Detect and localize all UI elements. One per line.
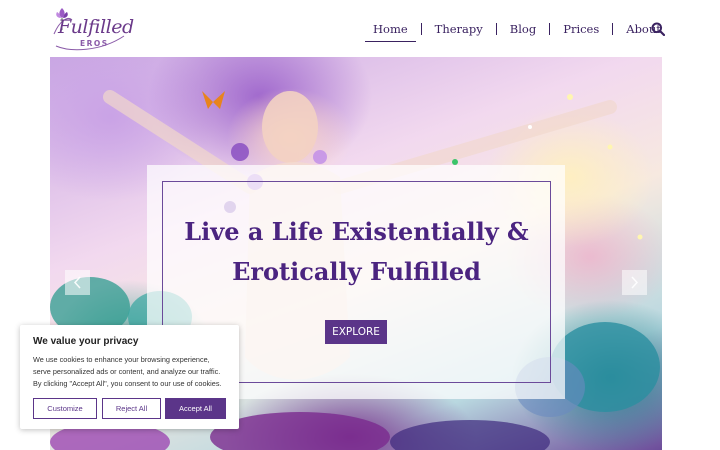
nav-item-therapy[interactable]: Therapy — [422, 22, 496, 36]
cookie-title: We value your privacy — [33, 336, 139, 347]
hero-title-line2: Erotically Fulfilled — [232, 257, 481, 286]
chevron-left-icon — [73, 276, 81, 289]
logo-script-text: Fulfilled — [58, 16, 134, 38]
slider-prev-button[interactable] — [65, 270, 90, 295]
nav-item-home[interactable]: Home — [360, 22, 421, 42]
cookie-text-line2: serve personalized ads or content, and a… — [33, 367, 221, 376]
chevron-right-icon — [631, 276, 639, 289]
cookie-consent-banner: We value your privacy We use cookies to … — [20, 325, 239, 429]
accept-all-button[interactable]: Accept All — [165, 398, 226, 419]
explore-button[interactable]: EXPLORE — [325, 320, 387, 344]
cookie-text-line1: We use cookies to enhance your browsing … — [33, 355, 210, 364]
customize-button[interactable]: Customize — [33, 398, 97, 419]
main-nav: Home Therapy Blog Prices About — [360, 20, 674, 42]
search-icon[interactable] — [651, 22, 665, 36]
nav-item-blog[interactable]: Blog — [497, 22, 549, 36]
nav-item-prices[interactable]: Prices — [550, 22, 612, 36]
reject-all-button[interactable]: Reject All — [102, 398, 161, 419]
cookie-description: We use cookies to enhance your browsing … — [33, 354, 233, 390]
logo-sub-text: EROS — [80, 39, 109, 48]
hero-title: Live a Life Existentially & Erotically F… — [162, 212, 551, 292]
cookie-text-line3: By clicking "Accept All", you consent to… — [33, 379, 222, 388]
logo[interactable]: Fulfilled EROS — [50, 6, 134, 52]
hero-title-line1: Live a Life Existentially & — [184, 217, 529, 246]
site-header: Fulfilled EROS Home Therapy Blog Prices … — [0, 0, 720, 57]
slider-next-button[interactable] — [622, 270, 647, 295]
